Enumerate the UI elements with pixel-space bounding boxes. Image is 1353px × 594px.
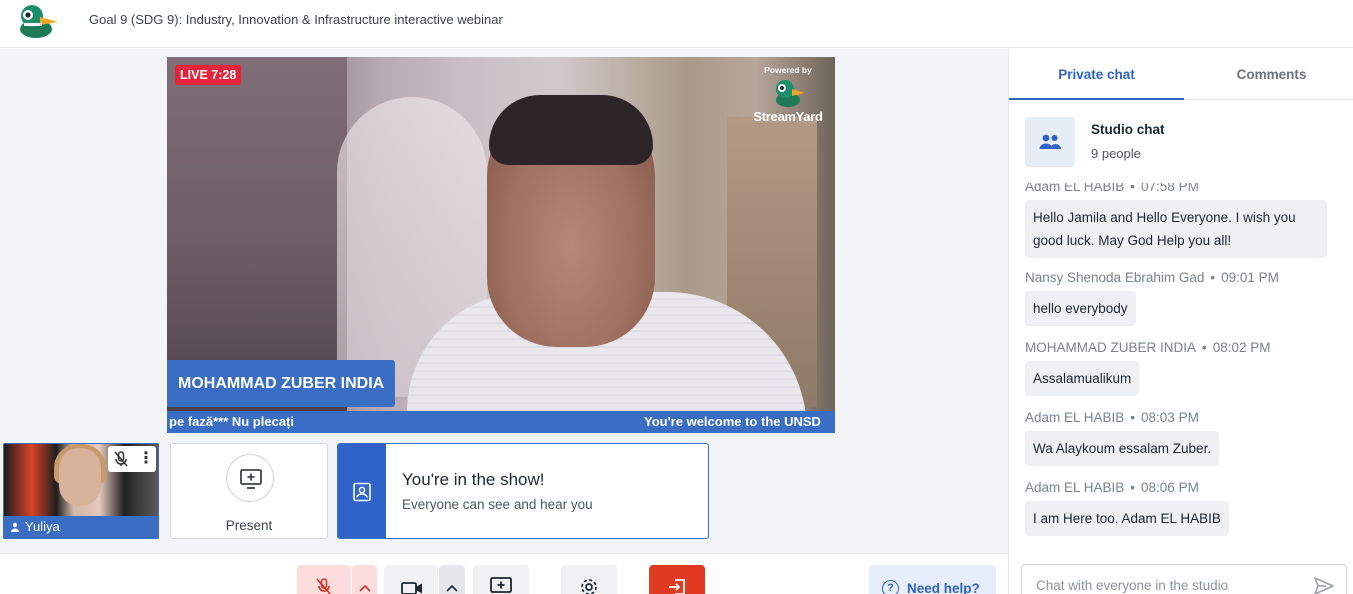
present-icon-circle	[226, 454, 274, 502]
tab-comments[interactable]: Comments	[1184, 49, 1353, 100]
message-bubble: Hello Jamila and Hello Everyone. I wish …	[1025, 200, 1327, 258]
leave-studio-button[interactable]	[649, 565, 705, 594]
mic-muted-icon[interactable]	[112, 450, 130, 468]
page-title: Goal 9 (SDG 9): Industry, Innovation & I…	[89, 12, 503, 27]
tab-private-chat[interactable]: Private chat	[1009, 49, 1184, 100]
chevron-up-icon	[359, 584, 371, 592]
more-options-icon[interactable]: ⋮	[138, 449, 154, 469]
present-label: Present	[225, 518, 273, 533]
chat-message: Adam EL HABIB • 07:58 PM Hello Jamila and …	[1025, 183, 1327, 258]
message-time: 07:58 PM	[1141, 183, 1199, 194]
bottom-toolbar: ? Need help?	[0, 554, 1008, 594]
participant-controls: ⋮	[108, 446, 156, 472]
in-show-strip	[338, 444, 386, 538]
participant-video-face	[59, 448, 101, 506]
powered-by-label: Powered by	[764, 65, 812, 75]
message-header: Adam EL HABIB • 08:03 PM	[1025, 410, 1219, 425]
ticker-text-left: pe fază*** Nu plecați	[169, 414, 294, 429]
message-separator: •	[1210, 270, 1216, 285]
gear-icon	[581, 579, 597, 594]
speaker-nameplate: MOHAMMAD ZUBER INDIA	[167, 360, 396, 407]
message-author: Adam EL HABIB	[1025, 410, 1125, 425]
studio-chat-header: Studio chat 9 people	[1009, 101, 1353, 183]
participant-name: Yuliya	[25, 519, 60, 534]
message-separator: •	[1202, 340, 1207, 355]
mic-off-icon	[316, 578, 332, 594]
message-author: Adam EL HABIB	[1025, 183, 1125, 194]
group-icon	[1039, 134, 1061, 149]
message-bubble: hello everybody	[1025, 291, 1136, 326]
top-bar: Goal 9 (SDG 9): Industry, Innovation & I…	[0, 0, 1353, 48]
chat-message: Adam EL HABIB • 08:06 PM I am Here too. Ad…	[1025, 480, 1229, 536]
chat-message: Nansy Shenoda Ebrahim Gad • 09:01 PM hello…	[1025, 270, 1279, 326]
studio-chat-title: Studio chat	[1091, 122, 1165, 137]
message-author: Adam EL HABIB	[1025, 480, 1125, 495]
message-bubble: I am Here too. Adam EL HABIB	[1025, 501, 1229, 536]
message-header: Adam EL HABIB • 08:06 PM	[1025, 480, 1229, 495]
brand-label: StreamYard	[753, 109, 823, 124]
mute-microphone-button[interactable]	[297, 565, 351, 594]
ticker-text-right: You're welcome to the UNSD	[644, 414, 821, 429]
group-icon-box	[1025, 117, 1075, 167]
share-screen-icon	[490, 577, 512, 593]
send-icon[interactable]	[1314, 577, 1334, 594]
studio-chat-count: 9 people	[1091, 146, 1141, 161]
present-screen-icon	[240, 469, 262, 489]
participant-thumbnail[interactable]: ⋮ Yuliya	[3, 443, 159, 539]
speaker-video-hair	[489, 95, 653, 165]
message-time: 08:02 PM	[1212, 340, 1271, 355]
message-author: Nansy Shenoda Ebrahim Gad	[1025, 270, 1205, 285]
settings-button[interactable]	[561, 565, 617, 594]
message-bubble: Wa Alaykoum essalam Zuber.	[1025, 431, 1220, 466]
contact-card-icon	[353, 482, 371, 502]
message-header: Adam EL HABIB • 07:58 PM	[1025, 183, 1327, 194]
chat-input-box[interactable]	[1021, 564, 1347, 594]
participant-name-bar: Yuliya	[4, 516, 158, 538]
live-timer-badge: LIVE 7:28	[175, 65, 242, 85]
message-time: 09:01 PM	[1221, 270, 1279, 285]
message-bubble: Assalamualikum	[1025, 361, 1140, 396]
studio-main-area: LIVE 7:28 Powered by StreamYard MOHAMMAD…	[0, 49, 1008, 594]
chevron-up-icon	[446, 584, 458, 592]
message-time: 08:03 PM	[1141, 410, 1199, 425]
chat-input[interactable]	[1036, 578, 1306, 593]
ticker-banner: pe fază*** Nu plecați You're welcome to …	[167, 411, 835, 433]
message-list[interactable]: Adam EL HABIB • 07:58 PM Hello Jamila and …	[1009, 183, 1353, 543]
person-icon	[11, 522, 19, 532]
message-header: MOHAMMAD ZUBER INDIA • 08:02 PM	[1025, 340, 1271, 355]
mic-options-button[interactable]	[352, 565, 377, 594]
in-show-status-card: You're in the show! Everyone can see and…	[337, 443, 709, 539]
camera-button[interactable]	[384, 565, 438, 594]
need-help-button[interactable]: ? Need help?	[869, 565, 996, 594]
help-icon: ?	[882, 580, 899, 594]
camera-options-button[interactable]	[439, 565, 465, 594]
message-separator: •	[1130, 183, 1136, 194]
share-screen-button[interactable]	[473, 565, 529, 594]
message-separator: •	[1130, 480, 1136, 495]
chat-tabs: Private chat Comments	[1009, 49, 1353, 100]
camera-icon	[401, 582, 422, 594]
in-show-subtitle: Everyone can see and hear you	[402, 497, 593, 512]
powered-by-watermark: Powered by StreamYard	[749, 65, 827, 124]
chat-message: Adam EL HABIB • 08:03 PM Wa Alaykoum essal…	[1025, 410, 1220, 466]
chat-message: MOHAMMAD ZUBER INDIA • 08:02 PM Assalamual…	[1025, 340, 1271, 396]
present-button[interactable]: Present	[170, 443, 328, 539]
exit-icon	[669, 579, 685, 594]
broadcast-stage: LIVE 7:28 Powered by StreamYard MOHAMMAD…	[167, 57, 835, 433]
message-time: 08:06 PM	[1141, 480, 1199, 495]
message-author: MOHAMMAD ZUBER INDIA	[1025, 340, 1197, 355]
streamyard-duck-logo[interactable]	[14, 2, 60, 40]
need-help-label: Need help?	[907, 581, 980, 594]
streamyard-duck-icon	[776, 80, 805, 107]
chat-panel: Private chat Comments Adam EL HABIB • 07:5…	[1009, 49, 1353, 594]
message-separator: •	[1130, 410, 1136, 425]
in-show-title: You're in the show!	[402, 470, 545, 489]
message-header: Nansy Shenoda Ebrahim Gad • 09:01 PM	[1025, 270, 1279, 285]
